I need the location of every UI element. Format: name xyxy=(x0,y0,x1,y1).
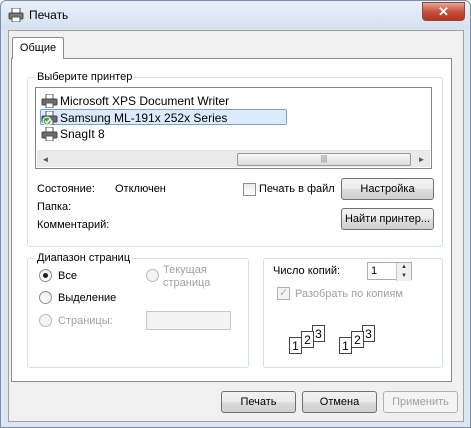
status-value: Отключен xyxy=(115,183,166,195)
range-pages-radio[interactable] xyxy=(39,314,52,327)
page-icon: 1 xyxy=(339,337,352,354)
copies-value: 1 xyxy=(371,265,378,277)
range-current-radio[interactable] xyxy=(146,269,159,282)
page-range-label: Диапазон страниц xyxy=(35,252,133,264)
pages-input[interactable] xyxy=(146,311,231,330)
scroll-right-icon[interactable]: ► xyxy=(413,151,430,168)
window-title: Печать xyxy=(29,8,69,22)
spin-down-icon[interactable]: ▼ xyxy=(397,272,411,281)
range-all-label: Все xyxy=(58,270,77,282)
horizontal-scrollbar[interactable]: ◄ ||| ► xyxy=(37,150,430,167)
copies-spin[interactable]: ▲ ▼ xyxy=(396,263,411,281)
apply-button[interactable]: Применить xyxy=(383,391,458,413)
range-current-label-2: страница xyxy=(163,277,211,289)
print-to-file-label: Печать в файл xyxy=(259,183,335,195)
close-button[interactable]: ✕ xyxy=(422,2,465,21)
collate-label: Разобрать по копиям xyxy=(295,288,403,300)
find-printer-button[interactable]: Найти принтер... xyxy=(341,208,434,230)
printer-list[interactable]: Microsoft XPS Document Writer Samsung ML… xyxy=(35,87,432,169)
printer-icon xyxy=(8,8,24,22)
range-selection-radio[interactable] xyxy=(39,291,52,304)
page-icon: 1 xyxy=(289,337,302,354)
printer-name: Samsung ML-191x 252x Series xyxy=(60,111,228,125)
printer-icon xyxy=(41,127,58,141)
printer-icon xyxy=(41,94,58,108)
scroll-left-icon[interactable]: ◄ xyxy=(37,151,54,168)
folder-label: Папка: xyxy=(37,201,72,213)
tab-general[interactable]: Общие xyxy=(12,37,64,59)
preferences-button[interactable]: Настройка xyxy=(341,178,434,200)
spin-up-icon[interactable]: ▲ xyxy=(397,263,411,272)
print-button[interactable]: Печать xyxy=(221,391,296,413)
printer-name: SnagIt 8 xyxy=(60,127,105,141)
page-icon: 2 xyxy=(351,331,364,348)
scroll-thumb[interactable]: ||| xyxy=(237,153,411,166)
range-pages-label: Страницы: xyxy=(58,315,113,327)
cancel-button[interactable]: Отмена xyxy=(302,391,377,413)
printer-default-icon xyxy=(41,111,58,125)
copies-label: Число копий: xyxy=(273,265,341,277)
print-dialog: Печать ✕ Общие Выберите принтер Microsof… xyxy=(0,0,471,428)
page-icon: 2 xyxy=(301,331,314,348)
comment-label: Комментарий: xyxy=(37,219,110,231)
copies-stepper[interactable]: 1 ▲ ▼ xyxy=(367,262,412,281)
print-to-file-checkbox[interactable] xyxy=(243,183,256,196)
printer-name: Microsoft XPS Document Writer xyxy=(60,94,230,108)
range-current-label: Текущая xyxy=(163,264,207,276)
collate-checkbox[interactable] xyxy=(277,286,290,300)
printer-item-selected[interactable]: Samsung ML-191x 252x Series xyxy=(40,109,287,125)
title-bar[interactable]: Печать ✕ xyxy=(1,1,470,29)
range-all-radio[interactable] xyxy=(39,269,52,282)
printer-group-label: Выберите принтер xyxy=(35,71,135,83)
range-selection-label: Выделение xyxy=(58,292,117,304)
status-label: Состояние: xyxy=(37,183,95,195)
